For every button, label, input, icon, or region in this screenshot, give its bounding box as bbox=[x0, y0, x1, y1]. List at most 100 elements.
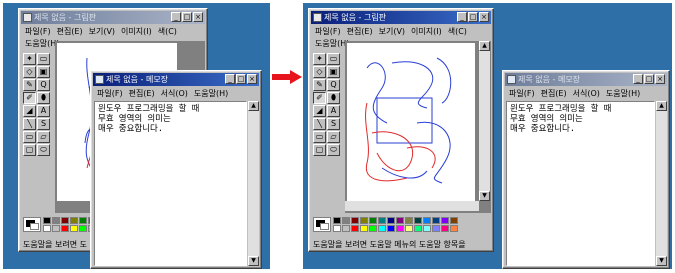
menu-view[interactable]: 보기(V) bbox=[89, 26, 115, 38]
color-swatch[interactable] bbox=[396, 225, 404, 232]
close-button[interactable]: × bbox=[479, 12, 489, 22]
curve-tool[interactable]: S bbox=[327, 118, 340, 130]
magnifier-tool[interactable]: Q bbox=[37, 79, 50, 91]
color-swatch[interactable] bbox=[52, 217, 60, 224]
color-swatch[interactable] bbox=[369, 217, 377, 224]
minimize-button[interactable]: _ bbox=[457, 12, 467, 22]
color-swatch[interactable] bbox=[414, 225, 422, 232]
scroll-up-arrow-icon[interactable]: ▲ bbox=[479, 41, 490, 51]
color-swatch[interactable] bbox=[441, 217, 449, 224]
notepad-titlebar-after[interactable]: 제목 없음 - 메모장 _ □ × bbox=[505, 73, 667, 86]
color-swatch[interactable] bbox=[70, 225, 78, 232]
line-tool[interactable]: ╲ bbox=[313, 118, 326, 130]
color-swatch[interactable] bbox=[396, 217, 404, 224]
color-swatch[interactable] bbox=[52, 225, 60, 232]
color-swatch[interactable] bbox=[441, 225, 449, 232]
select-tool[interactable]: ▭ bbox=[37, 53, 50, 65]
maximize-button[interactable]: □ bbox=[644, 74, 654, 84]
notepad-text-area-after[interactable]: 윈도우 프로그래밍을 할 때 무효 영역의 의미는 매우 중요합니다. bbox=[506, 101, 655, 266]
color-swatch[interactable] bbox=[423, 217, 431, 224]
color-swatch[interactable] bbox=[423, 225, 431, 232]
color-swatch[interactable] bbox=[61, 217, 69, 224]
color-swatch[interactable] bbox=[378, 217, 386, 224]
pencil-tool[interactable]: ✐ bbox=[23, 92, 36, 104]
color-swatch[interactable] bbox=[405, 217, 413, 224]
close-button[interactable]: × bbox=[247, 74, 257, 84]
scroll-up-arrow-icon[interactable]: ▲ bbox=[248, 101, 259, 111]
curve-tool[interactable]: S bbox=[37, 118, 50, 130]
eraser-tool[interactable]: ◇ bbox=[313, 66, 326, 78]
color-swatch[interactable] bbox=[43, 217, 51, 224]
color-swatch[interactable] bbox=[414, 217, 422, 224]
minimize-button[interactable]: _ bbox=[633, 74, 643, 84]
paint-titlebar-before[interactable]: 제목 없음 - 그림판 _ □ × bbox=[21, 11, 205, 24]
color-swatch[interactable] bbox=[450, 225, 458, 232]
menu-edit[interactable]: 편집(E) bbox=[347, 26, 373, 38]
rectangle-tool[interactable]: ▭ bbox=[313, 131, 326, 143]
free-select-tool[interactable]: ✦ bbox=[313, 53, 326, 65]
current-colors[interactable] bbox=[313, 217, 331, 232]
menu-file[interactable]: 파일(F) bbox=[97, 88, 123, 100]
vertical-scrollbar[interactable]: ▲ ▼ bbox=[248, 101, 259, 266]
pencil-tool[interactable]: ✐ bbox=[313, 92, 326, 104]
select-tool[interactable]: ▭ bbox=[327, 53, 340, 65]
color-swatch[interactable] bbox=[378, 225, 386, 232]
maximize-button[interactable]: □ bbox=[182, 12, 192, 22]
scroll-down-arrow-icon[interactable]: ▼ bbox=[479, 191, 490, 201]
menu-edit[interactable]: 편집(E) bbox=[541, 88, 567, 100]
minimize-button[interactable]: _ bbox=[171, 12, 181, 22]
airbrush-tool[interactable]: ◢ bbox=[313, 105, 326, 117]
pick-color-tool[interactable]: ✎ bbox=[23, 79, 36, 91]
text-tool[interactable]: A bbox=[327, 105, 340, 117]
fill-tool[interactable]: ▣ bbox=[327, 66, 340, 78]
color-swatch[interactable] bbox=[351, 217, 359, 224]
rectangle-tool[interactable]: ▭ bbox=[23, 131, 36, 143]
color-swatch[interactable] bbox=[387, 217, 395, 224]
paint-canvas-after[interactable] bbox=[347, 43, 475, 201]
menu-colors[interactable]: 색(C) bbox=[448, 26, 467, 38]
magnifier-tool[interactable]: Q bbox=[327, 79, 340, 91]
line-tool[interactable]: ╲ bbox=[23, 118, 36, 130]
menu-edit[interactable]: 편집(E) bbox=[57, 26, 83, 38]
close-button[interactable]: × bbox=[193, 12, 203, 22]
menu-file[interactable]: 파일(F) bbox=[509, 88, 535, 100]
text-tool[interactable]: A bbox=[37, 105, 50, 117]
menu-edit[interactable]: 편집(E) bbox=[129, 88, 155, 100]
eraser-tool[interactable]: ◇ bbox=[23, 66, 36, 78]
polygon-tool[interactable]: ▱ bbox=[327, 131, 340, 143]
color-swatch[interactable] bbox=[342, 217, 350, 224]
menu-help[interactable]: 도움말(H) bbox=[194, 88, 228, 100]
ellipse-tool[interactable]: ⬭ bbox=[327, 144, 340, 156]
rounded-rect-tool[interactable]: ▢ bbox=[313, 144, 326, 156]
color-swatch[interactable] bbox=[333, 217, 341, 224]
color-swatch[interactable] bbox=[405, 225, 413, 232]
notepad-titlebar-before[interactable]: 제목 없음 - 메모장 _ □ × bbox=[93, 73, 259, 86]
color-swatch[interactable] bbox=[79, 225, 87, 232]
menu-format[interactable]: 서식(O) bbox=[161, 88, 188, 100]
pick-color-tool[interactable]: ✎ bbox=[313, 79, 326, 91]
color-swatch[interactable] bbox=[333, 225, 341, 232]
color-swatch[interactable] bbox=[387, 225, 395, 232]
color-swatch[interactable] bbox=[351, 225, 359, 232]
menu-help[interactable]: 도움말(H) bbox=[606, 88, 640, 100]
horizontal-scrollbar[interactable] bbox=[345, 201, 479, 211]
vertical-scrollbar[interactable]: ▲ ▼ bbox=[479, 41, 490, 201]
menu-view[interactable]: 보기(V) bbox=[379, 26, 405, 38]
menu-file[interactable]: 파일(F) bbox=[315, 26, 341, 38]
color-swatch[interactable] bbox=[360, 217, 368, 224]
fill-tool[interactable]: ▣ bbox=[37, 66, 50, 78]
notepad-text-area-before[interactable]: 윈도우 프로그래밍을 할 때 무효 영역의 의미는 매우 중요합니다. bbox=[94, 101, 247, 266]
ellipse-tool[interactable]: ⬭ bbox=[37, 144, 50, 156]
rounded-rect-tool[interactable]: ▢ bbox=[23, 144, 36, 156]
scroll-up-arrow-icon[interactable]: ▲ bbox=[656, 101, 667, 111]
color-swatch[interactable] bbox=[79, 217, 87, 224]
scroll-down-arrow-icon[interactable]: ▼ bbox=[248, 256, 259, 266]
maximize-button[interactable]: □ bbox=[468, 12, 478, 22]
airbrush-tool[interactable]: ◢ bbox=[23, 105, 36, 117]
color-swatch[interactable] bbox=[43, 225, 51, 232]
close-button[interactable]: × bbox=[655, 74, 665, 84]
vertical-scrollbar[interactable]: ▲ ▼ bbox=[656, 101, 667, 266]
color-swatch[interactable] bbox=[342, 225, 350, 232]
polygon-tool[interactable]: ▱ bbox=[37, 131, 50, 143]
brush-tool[interactable]: ⬮ bbox=[327, 92, 340, 104]
